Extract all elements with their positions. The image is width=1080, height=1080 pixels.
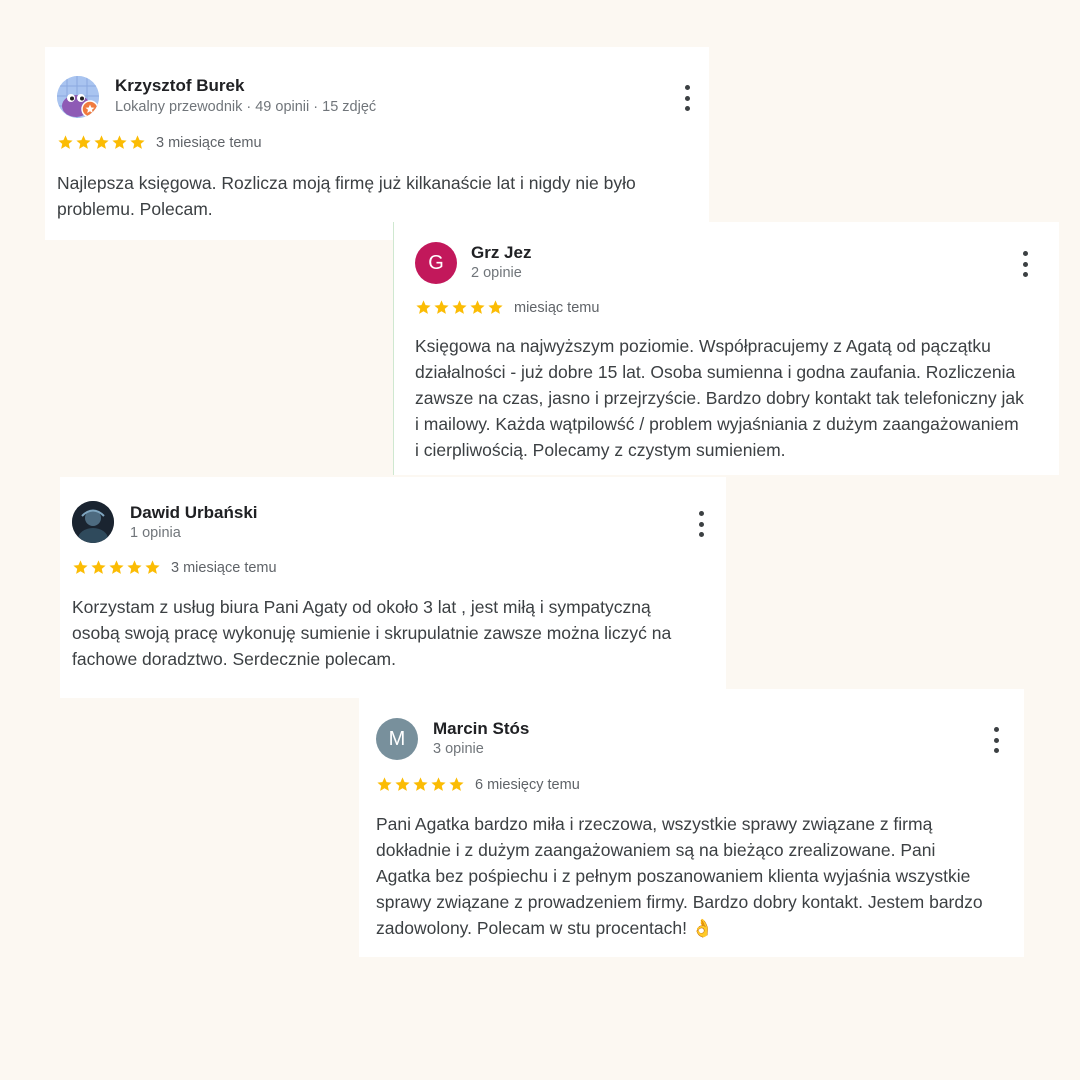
more-options-icon[interactable] <box>682 85 692 111</box>
star-icon <box>416 300 431 314</box>
star-icon <box>94 135 109 149</box>
review-line: zadowolony. Polecam w stu procentach! 👌 <box>376 918 714 938</box>
avatar-letter: G <box>428 251 444 274</box>
more-options-icon[interactable] <box>1020 251 1030 277</box>
star-icon <box>488 300 503 314</box>
review-line: Agatka bez pośpiechu i z pełnym poszanow… <box>376 866 971 886</box>
avatar-letter: M <box>388 727 406 750</box>
review-line: działalności - już dobre 15 lat. Osoba s… <box>415 362 1016 382</box>
reviewer-meta: 1 opinia <box>130 525 181 541</box>
review-line: sprawy związane z prowadzeniem firmy. Ba… <box>376 892 983 912</box>
rating-row: 3 miesiące temu <box>72 559 277 576</box>
star-icon <box>58 135 73 149</box>
star-icon <box>449 777 464 791</box>
avatar[interactable]: G <box>415 242 457 284</box>
star-icon <box>413 777 428 791</box>
review-card-marcin-stos: M Marcin Stós 3 opinie 6 miesięcy temu P… <box>359 689 1024 957</box>
review-time: 3 miesiące temu <box>171 559 277 576</box>
reviewer-meta: 3 opinie <box>433 741 484 757</box>
star-icon <box>76 135 91 149</box>
star-icon <box>431 777 446 791</box>
reviewer-name[interactable]: Marcin Stós <box>433 719 529 739</box>
star-icon <box>112 135 127 149</box>
reviewer-name[interactable]: Grz Jez <box>471 243 531 263</box>
more-options-icon[interactable] <box>696 511 706 537</box>
review-line: problemu. Polecam. <box>57 199 213 219</box>
rating-row: miesiąc temu <box>415 299 599 316</box>
star-icon <box>109 560 124 574</box>
review-line: Pani Agatka bardzo miła i rzeczowa, wszy… <box>376 814 933 834</box>
more-options-icon[interactable] <box>991 727 1001 753</box>
star-icon <box>377 777 392 791</box>
star-rating <box>415 299 504 316</box>
reviewer-name[interactable]: Dawid Urbański <box>130 503 258 523</box>
reviewer-meta: 2 opinie <box>471 265 522 281</box>
avatar[interactable] <box>72 501 114 543</box>
review-line: fachowe doradztwo. Serdecznie polecam. <box>72 649 396 669</box>
review-line: osobą swoją pracę wykonuję sumienie i sk… <box>72 623 672 643</box>
star-rating <box>376 776 465 793</box>
star-icon <box>470 300 485 314</box>
avatar[interactable]: M <box>376 718 418 760</box>
review-text: Korzystam z usług biura Pani Agaty od ok… <box>72 594 671 672</box>
review-card-grz-jez: G Grz Jez 2 opinie miesiąc temu Księgowa… <box>393 222 1059 475</box>
review-card-dawid-urbanski: Dawid Urbański 1 opinia 3 miesiące temu … <box>60 477 726 698</box>
rating-row: 3 miesiące temu <box>57 134 262 151</box>
review-text: Księgowa na najwyższym poziomie. Współpr… <box>415 333 1024 463</box>
review-card-krzysztof-burek: Krzysztof Burek Lokalny przewodnik · 49 … <box>45 47 709 240</box>
review-line: i cierpliwością. Polecamy z czystym sumi… <box>415 440 786 460</box>
star-rating <box>72 559 161 576</box>
review-line: dokładnie i z dużym zaangażowaniem są na… <box>376 840 936 860</box>
star-icon <box>91 560 106 574</box>
star-icon <box>452 300 467 314</box>
review-line: Księgowa na najwyższym poziomie. Współpr… <box>415 336 991 356</box>
reviewer-meta: Lokalny przewodnik · 49 opinii · 15 zdję… <box>115 99 377 115</box>
avatar[interactable] <box>57 76 99 118</box>
star-icon <box>145 560 160 574</box>
star-icon <box>395 777 410 791</box>
star-icon <box>130 135 145 149</box>
review-time: 6 miesięcy temu <box>475 776 580 793</box>
star-icon <box>127 560 142 574</box>
review-text: Najlepsza księgowa. Rozlicza moją firmę … <box>57 170 636 222</box>
review-time: 3 miesiące temu <box>156 134 262 151</box>
review-line: Najlepsza księgowa. Rozlicza moją firmę … <box>57 173 636 193</box>
review-line: Korzystam z usług biura Pani Agaty od ok… <box>72 597 651 617</box>
review-line: zawsze na czas, jasno i przejrzyście. Ba… <box>415 388 1024 408</box>
star-icon <box>434 300 449 314</box>
review-text: Pani Agatka bardzo miła i rzeczowa, wszy… <box>376 811 983 941</box>
review-line: i mailowy. Każda wątpilowść / problem wy… <box>415 414 1019 434</box>
star-icon <box>73 560 88 574</box>
reviewer-name[interactable]: Krzysztof Burek <box>115 76 244 96</box>
rating-row: 6 miesięcy temu <box>376 776 580 793</box>
review-time: miesiąc temu <box>514 299 600 316</box>
star-rating <box>57 134 146 151</box>
